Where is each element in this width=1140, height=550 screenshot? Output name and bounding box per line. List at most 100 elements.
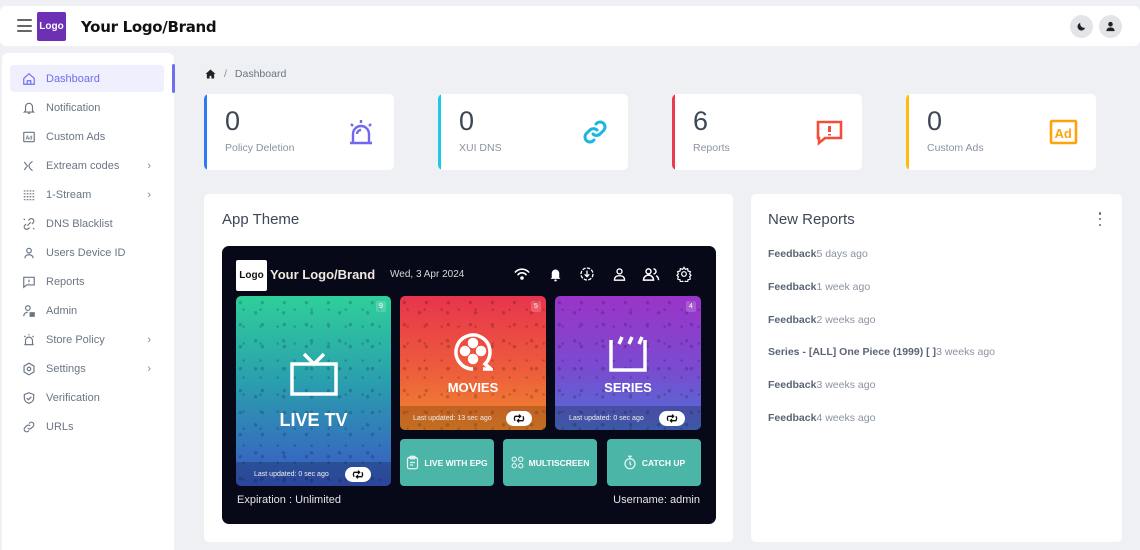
stat-card-policy-deletion[interactable]: 0 Policy Deletion <box>204 94 394 170</box>
report-time: 3 weeks ago <box>816 379 876 391</box>
report-item[interactable]: Feedback2 weeks ago <box>768 314 875 326</box>
sidebar-scroll-indicator[interactable] <box>172 64 175 93</box>
tile-updated: Last updated: 13 sec ago <box>413 414 492 422</box>
sidebar-item-label: Settings <box>46 362 86 375</box>
username-text: Username: admin <box>613 494 700 506</box>
tile-series[interactable]: 4 SERIES Last updated: 0 sec ago <box>555 296 701 430</box>
stat-card-custom-ads[interactable]: 0 Custom Ads Ad <box>906 94 1096 170</box>
user-menu-button[interactable] <box>1099 15 1122 38</box>
preview-date: Wed, 3 Apr 2024 <box>390 269 465 280</box>
report-item[interactable]: Feedback4 weeks ago <box>768 412 875 424</box>
more-options-icon[interactable] <box>1096 212 1104 226</box>
sidebar-item-label: Custom Ads <box>46 130 106 143</box>
stat-card-reports[interactable]: 6 Reports <box>672 94 862 170</box>
clapperboard-icon <box>609 336 647 372</box>
sidebar-item-label: Admin <box>46 304 78 317</box>
users-icon[interactable] <box>642 265 660 283</box>
sidebar-item-dns-blacklist[interactable]: DNS Blacklist <box>10 210 164 237</box>
sidebar-item-label: Reports <box>46 275 85 288</box>
link-off-icon <box>22 217 36 231</box>
stream-icon <box>22 188 36 202</box>
sidebar-item-label: Verification <box>46 391 100 404</box>
chevron-right-icon: › <box>147 362 151 375</box>
brand-logo: Logo <box>37 12 66 41</box>
grid-icon <box>511 456 524 469</box>
report-title: Series - [ALL] One Piece (1999) [ ] <box>768 346 937 358</box>
bell-icon[interactable] <box>546 265 564 283</box>
report-item[interactable]: Feedback5 days ago <box>768 248 868 260</box>
stopwatch-icon <box>624 455 636 470</box>
stat-label: Custom Ads <box>927 142 984 154</box>
download-icon[interactable] <box>578 265 596 283</box>
stat-value: 0 <box>927 106 943 136</box>
sidebar-item-verification[interactable]: Verification <box>10 384 164 411</box>
report-icon <box>22 275 36 289</box>
stat-value: 0 <box>459 106 475 136</box>
sidebar-item-dashboard[interactable]: Dashboard <box>10 65 164 92</box>
report-time: 1 week ago <box>816 281 871 293</box>
settings-icon <box>22 361 36 376</box>
report-item[interactable]: Feedback3 weeks ago <box>768 379 875 391</box>
wifi-icon[interactable] <box>513 265 531 283</box>
svg-text:Ad: Ad <box>26 135 33 141</box>
report-item[interactable]: Feedback1 week ago <box>768 281 870 293</box>
report-item[interactable]: Series - [ALL] One Piece (1999) [ ]3 wee… <box>768 346 995 358</box>
sidebar-item-label: 1-Stream <box>46 188 92 201</box>
refresh-button[interactable] <box>345 467 371 482</box>
sidebar-item-label: Users Device ID <box>46 246 126 259</box>
tile-movies[interactable]: 5 MOVIES Last updated: 13 sec ago <box>400 296 546 430</box>
report-title: Feedback <box>768 248 817 260</box>
refresh-button[interactable] <box>659 411 685 426</box>
top-bar: Logo Your Logo/Brand <box>0 6 1140 46</box>
stat-label: Reports <box>693 142 730 154</box>
theme-toggle-button[interactable] <box>1070 15 1093 38</box>
sidebar-item-settings[interactable]: Settings › <box>10 355 164 382</box>
sidebar-item-label: Store Policy <box>46 333 105 346</box>
sidebar-item-reports[interactable]: Reports <box>10 268 164 295</box>
tile-count-badge: 4 <box>686 301 696 312</box>
report-icon <box>816 120 843 146</box>
new-reports-title: New Reports <box>768 211 855 228</box>
home-icon[interactable] <box>205 69 216 79</box>
chevron-right-icon: › <box>147 188 151 201</box>
card-accent <box>906 94 909 170</box>
tile-title: LIVE TV <box>279 410 348 430</box>
report-time: 3 weeks ago <box>936 346 996 358</box>
moon-icon <box>1077 22 1086 31</box>
sidebar-item-notification[interactable]: Notification <box>10 94 164 121</box>
bell-icon <box>22 101 36 115</box>
tile-live-tv[interactable]: 9 LIVE TV Last updated: 0 sec ago <box>236 296 391 486</box>
preview-logo: Logo <box>236 260 267 291</box>
sidebar-item-extream-codes[interactable]: Extream codes › <box>10 152 164 179</box>
breadcrumb: / Dashboard <box>205 68 286 80</box>
breadcrumb-current: Dashboard <box>234 68 287 80</box>
report-time: 2 weeks ago <box>816 314 876 326</box>
card-accent <box>204 94 207 170</box>
menu-icon[interactable] <box>17 19 32 32</box>
live-with-epg-button[interactable]: LIVE WITH EPG <box>400 439 494 486</box>
breadcrumb-separator: / <box>224 68 227 80</box>
tile-footer: Last updated: 13 sec ago <box>400 406 546 430</box>
tile-title: MOVIES <box>447 380 499 395</box>
settings-icon[interactable] <box>675 265 693 283</box>
sidebar-item-custom-ads[interactable]: Ad Custom Ads <box>10 123 164 150</box>
sidebar-item-urls[interactable]: URLs <box>10 413 164 440</box>
refresh-button[interactable] <box>506 411 532 426</box>
stat-card-xui-dns[interactable]: 0 XUI DNS <box>438 94 628 170</box>
sidebar-item-users-device-id[interactable]: Users Device ID <box>10 239 164 266</box>
sidebar-item-store-policy[interactable]: Store Policy › <box>10 326 164 353</box>
catch-up-button[interactable]: CATCH UP <box>607 439 701 486</box>
multiscreen-button[interactable]: MULTISCREEN <box>503 439 597 486</box>
report-title: Feedback <box>768 314 817 326</box>
refresh-icon <box>352 470 364 479</box>
sidebar-item-label: Extream codes <box>46 159 120 172</box>
report-time: 4 weeks ago <box>816 412 876 424</box>
ad-icon: Ad <box>22 130 36 144</box>
chevron-right-icon: › <box>147 159 151 172</box>
sidebar-item-admin[interactable]: Admin <box>10 297 164 324</box>
admin-icon <box>22 304 36 318</box>
sidebar-item-1-stream[interactable]: 1-Stream › <box>10 181 164 208</box>
clipboard-icon <box>407 455 419 470</box>
sidebar-item-label: URLs <box>46 420 74 433</box>
profile-icon[interactable] <box>610 265 628 283</box>
